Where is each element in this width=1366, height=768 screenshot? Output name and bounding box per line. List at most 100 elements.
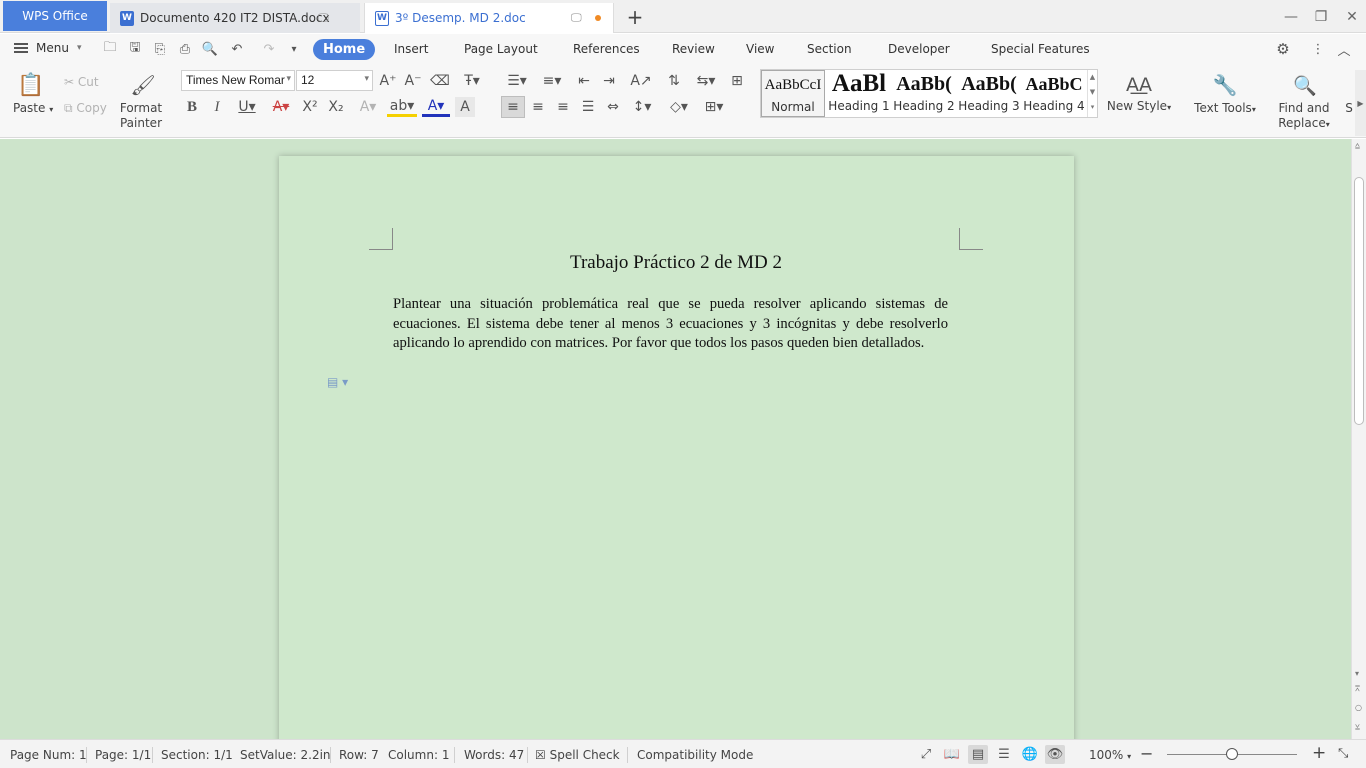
print-layout-icon[interactable]: ▤ — [968, 745, 988, 764]
clear-formatting-icon[interactable]: ⌫ — [430, 71, 450, 91]
fit-window-icon[interactable]: ⤡ — [1338, 746, 1348, 761]
fullscreen-icon[interactable]: ⤢ — [916, 745, 936, 764]
paste-clipboard-icon[interactable]: 📋 — [17, 72, 44, 98]
paragraph-spacing-icon[interactable]: ⇆▾ — [692, 71, 720, 91]
restore-icon[interactable]: ❐ — [1310, 6, 1332, 28]
font-color-icon[interactable]: A▾ — [422, 97, 450, 117]
text-effects-icon[interactable]: Ŧ▾ — [458, 71, 486, 91]
zoom-in-icon[interactable]: + — [1312, 743, 1326, 763]
tab-section[interactable]: Section — [807, 42, 852, 56]
font-size-select[interactable]: 12 — [296, 70, 373, 91]
distribute-icon[interactable]: ⇔ — [603, 97, 623, 117]
minimize-icon[interactable]: — — [1280, 6, 1302, 28]
zoom-slider-knob[interactable] — [1226, 748, 1238, 760]
strikethrough-icon[interactable]: A▾ — [267, 97, 295, 117]
style-heading-2[interactable]: AaBb( Heading 2 — [892, 70, 956, 117]
vertical-scrollbar[interactable]: ⩠ ▾ ⩞ ○ ⩣ — [1351, 139, 1366, 739]
column-status[interactable]: Column: 1 — [388, 748, 449, 762]
word-count-status[interactable]: Words: 47 — [464, 748, 524, 762]
previous-page-icon[interactable]: ⩞ — [1355, 684, 1360, 694]
tab-special-features[interactable]: Special Features — [991, 42, 1090, 56]
monitor-icon[interactable]: 🖵 — [318, 11, 329, 25]
text-tools-button[interactable]: Text Tools▾ — [1186, 101, 1264, 115]
document-tab-2[interactable]: W 3º Desemp. MD 2.doc 🖵 — [364, 3, 614, 33]
document-page[interactable]: Trabajo Práctico 2 de MD 2 Plantear una … — [279, 156, 1074, 739]
decrease-indent-icon[interactable]: ⇤ — [574, 71, 594, 91]
new-style-icon[interactable]: A͟A — [1126, 72, 1152, 98]
tab-review[interactable]: Review — [672, 42, 715, 56]
cut-button[interactable]: ✂ Cut — [64, 75, 99, 89]
style-heading-4[interactable]: AaBbC Heading 4 — [1022, 70, 1086, 117]
tab-developer[interactable]: Developer — [888, 42, 950, 56]
align-right-icon[interactable]: ≡ — [553, 97, 573, 117]
numbered-list-icon[interactable]: ≡▾ — [538, 71, 566, 91]
settings-gear-icon[interactable]: ⚙ — [1274, 40, 1292, 58]
style-heading-3[interactable]: AaBb( Heading 3 — [957, 70, 1021, 117]
page-status[interactable]: Page: 1/1 — [95, 748, 151, 762]
reading-mode-icon[interactable]: 📖 — [942, 745, 962, 764]
style-normal[interactable]: AaBbCcI Normal — [761, 70, 825, 117]
paste-button[interactable]: Paste ▾ — [13, 101, 53, 115]
document-body-paragraph[interactable]: Plantear una situación problemática real… — [393, 295, 948, 354]
format-painter-icon[interactable]: 🖌 — [130, 72, 155, 98]
outline-view-icon[interactable]: ☰ — [994, 745, 1014, 764]
zoom-out-icon[interactable]: − — [1140, 744, 1153, 763]
monitor-icon[interactable]: 🖵 — [571, 11, 582, 25]
save-icon[interactable]: 🖫 — [126, 40, 144, 57]
select-button[interactable]: S — [1342, 101, 1356, 115]
ribbon-scroll-right-icon[interactable]: ▶ — [1355, 70, 1366, 136]
show-hide-marks-icon[interactable]: ⊞ — [727, 71, 747, 91]
underline-icon[interactable]: U▾ — [232, 97, 262, 117]
search-icon[interactable]: 🔍 — [1292, 72, 1318, 98]
increase-indent-icon[interactable]: ⇥ — [599, 71, 619, 91]
italic-icon[interactable]: I — [207, 97, 227, 117]
bold-icon[interactable]: B — [182, 97, 202, 117]
export-icon[interactable]: ⎘ — [151, 41, 169, 57]
collapse-ribbon-icon[interactable]: ︿ — [1335, 41, 1353, 59]
section-status[interactable]: Section: 1/1 — [161, 748, 233, 762]
style-heading-1[interactable]: AaBl Heading 1 — [827, 70, 891, 117]
tab-page-layout[interactable]: Page Layout — [464, 42, 538, 56]
document-title[interactable]: Trabajo Práctico 2 de MD 2 — [393, 252, 959, 274]
page-num-status[interactable]: Page Num: 1 — [10, 748, 87, 762]
superscript-icon[interactable]: X² — [300, 97, 320, 117]
scrollbar-thumb[interactable] — [1354, 177, 1364, 425]
scroll-up-icon[interactable]: ⩠ — [1355, 141, 1360, 151]
subscript-icon[interactable]: X₂ — [326, 97, 346, 117]
tab-view[interactable]: View — [746, 42, 774, 56]
decrease-font-size-icon[interactable]: A⁻ — [403, 71, 423, 91]
paragraph-shading-icon[interactable]: ◇▾ — [665, 97, 693, 117]
scroll-down-icon[interactable]: ▾ — [1355, 669, 1359, 678]
align-left-icon[interactable]: ≡ — [501, 96, 525, 118]
eye-protection-icon[interactable]: 👁 — [1045, 745, 1065, 764]
tab-references[interactable]: References — [573, 42, 640, 56]
highlight-icon[interactable]: ab▾ — [387, 97, 417, 117]
font-name-select[interactable]: Times New Romar — [181, 70, 295, 91]
borders-icon[interactable]: ⊞▾ — [700, 97, 728, 117]
bullet-list-icon[interactable]: ☰▾ — [503, 71, 531, 91]
tab-insert[interactable]: Insert — [394, 42, 428, 56]
spell-check-button[interactable]: ☒ Spell Check — [535, 748, 620, 762]
wps-office-tab[interactable]: WPS Office — [3, 1, 107, 31]
select-browse-object-icon[interactable]: ○ — [1355, 703, 1362, 712]
undo-icon[interactable]: ↶ — [228, 41, 246, 57]
redo-icon[interactable]: ↷ — [260, 41, 278, 57]
styles-scroll[interactable]: ▲ ▼ ▾ — [1087, 70, 1097, 117]
align-center-icon[interactable]: ≡ — [528, 97, 548, 117]
justify-icon[interactable]: ☰ — [578, 97, 598, 117]
copy-button[interactable]: ⧉ Copy — [64, 101, 107, 116]
more-options-icon[interactable]: ⋮ — [1309, 41, 1327, 57]
row-status[interactable]: Row: 7 — [339, 748, 379, 762]
new-style-button[interactable]: New Style▾ — [1102, 99, 1176, 113]
wrench-icon[interactable]: 🔧 — [1212, 72, 1238, 98]
format-painter-button[interactable]: Format Painter — [118, 101, 164, 131]
print-icon[interactable]: ⎙ — [176, 41, 194, 57]
sort-icon[interactable]: ⇅ — [664, 71, 684, 91]
next-page-icon[interactable]: ⩣ — [1355, 721, 1360, 731]
character-shading-icon[interactable]: A — [455, 97, 475, 117]
text-outline-icon[interactable]: A▾ — [354, 97, 382, 117]
open-folder-icon[interactable]: 🗀 — [101, 40, 119, 57]
new-tab-button[interactable]: + — [624, 5, 646, 29]
print-preview-icon[interactable]: 🔍 — [201, 41, 219, 57]
web-layout-icon[interactable]: 🌐 — [1020, 745, 1040, 764]
